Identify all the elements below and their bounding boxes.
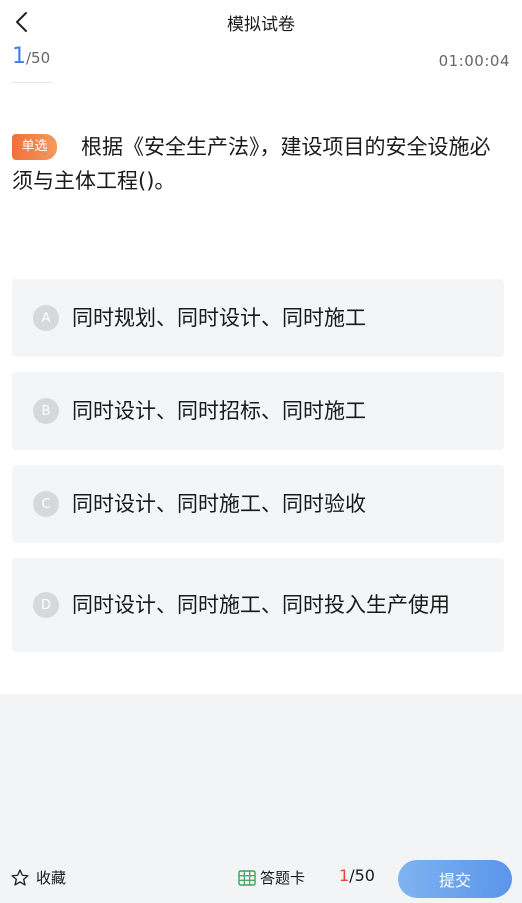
question-stem: 单选 根据《安全生产法》，建设项目的安全设施必须与主体工程()。	[12, 130, 506, 198]
bottom-progress-current: 1	[339, 866, 350, 885]
favorite-label: 收藏	[36, 869, 67, 887]
star-outline-icon	[11, 868, 29, 886]
question-progress: 1/50 01:00:04	[12, 44, 510, 84]
option-b[interactable]: B 同时设计、同时招标、同时施工	[12, 372, 504, 450]
progress-current: 1	[12, 44, 26, 69]
exam-timer: 01:00:04	[438, 52, 510, 70]
back-button[interactable]	[6, 6, 38, 38]
chevron-left-icon	[16, 12, 27, 32]
option-text: 同时设计、同时施工、同时验收	[72, 492, 366, 516]
option-text: 同时设计、同时施工、同时投入生产使用	[72, 593, 450, 617]
header-bar: 模拟试卷	[0, 0, 522, 44]
progress-total: /50	[26, 49, 51, 67]
question-text: 根据《安全生产法》，建设项目的安全设施必须与主体工程()。	[12, 135, 491, 193]
option-text: 同时规划、同时设计、同时施工	[72, 306, 366, 330]
option-letter: D	[33, 592, 59, 618]
app-root: 模拟试卷 1/50 01:00:04 单选 根据《安全生产法》，建设项目的安全设施…	[0, 0, 522, 903]
option-a[interactable]: A 同时规划、同时设计、同时施工	[12, 279, 504, 357]
option-letter: B	[33, 398, 59, 424]
answer-card-label: 答题卡	[260, 869, 306, 887]
page-title: 模拟试卷	[227, 14, 295, 35]
option-d[interactable]: D 同时设计、同时施工、同时投入生产使用	[12, 558, 504, 652]
progress-counter: 1/50	[12, 44, 50, 69]
bottom-toolbar: 收藏 答题卡 1/50 提交	[0, 852, 522, 903]
option-text: 同时设计、同时招标、同时施工	[72, 399, 366, 423]
progress-divider	[12, 82, 52, 83]
bottom-progress-total: /50	[349, 866, 375, 885]
answer-card-button[interactable]: 答题卡	[238, 867, 305, 888]
option-c[interactable]: C 同时设计、同时施工、同时验收	[12, 465, 504, 543]
favorite-button[interactable]: 收藏	[10, 867, 66, 888]
submit-button[interactable]: 提交	[398, 860, 512, 898]
grid-icon	[238, 869, 256, 886]
option-letter: A	[33, 305, 59, 331]
bottom-progress: 1/50	[339, 866, 375, 885]
question-type-badge: 单选	[12, 134, 57, 160]
option-letter: C	[33, 491, 59, 517]
